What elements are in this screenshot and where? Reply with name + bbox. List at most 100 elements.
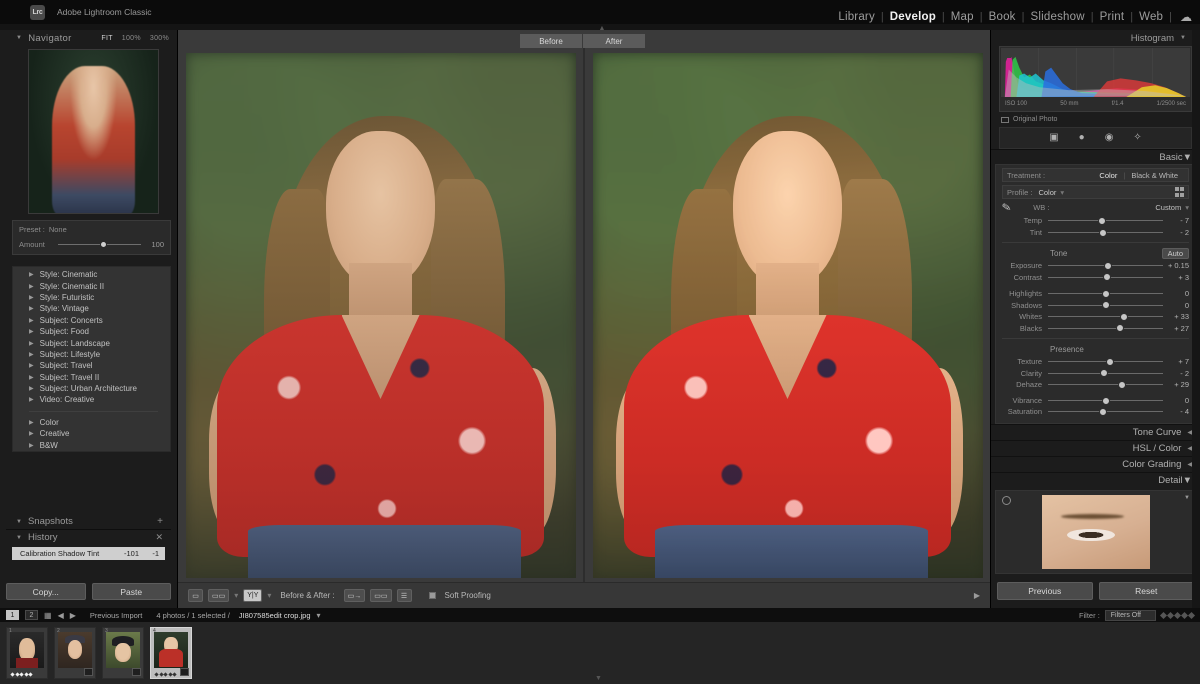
slider-track[interactable] (1048, 369, 1163, 378)
list-item[interactable]: ▶ Style: Vintage (13, 303, 170, 314)
toolbar-caret-icon[interactable]: ▾ (267, 591, 271, 600)
arrow-left-icon[interactable]: ◀ (58, 611, 64, 620)
slider-track[interactable] (1048, 312, 1163, 321)
red-eye-icon[interactable]: ◉ (1105, 133, 1114, 143)
chevron-down-icon[interactable]: ▼ (1184, 495, 1190, 501)
eyedropper-icon[interactable]: ✎ (1001, 200, 1012, 214)
copy-button[interactable]: Copy... (6, 583, 86, 600)
original-photo-toggle[interactable]: Original Photo (991, 112, 1200, 123)
before-after-top-bottom-button[interactable]: ☰ (396, 589, 412, 602)
survey-view-button[interactable]: Y|Y (243, 589, 263, 602)
treatment-color-option[interactable]: Color (1093, 171, 1123, 180)
module-slideshow[interactable]: Slideshow (1025, 11, 1091, 23)
slider-knob[interactable] (1102, 273, 1111, 282)
clear-history-icon[interactable]: ✕ (155, 532, 163, 543)
snapshots-header[interactable]: ▼ Snapshots + (6, 514, 171, 529)
spot-removal-icon[interactable]: ● (1079, 133, 1085, 143)
module-web[interactable]: Web (1133, 11, 1169, 23)
slider-shadows[interactable]: Shadows 0 (1002, 300, 1189, 312)
slider-knob[interactable] (1119, 312, 1128, 321)
tab-before[interactable]: Before (520, 34, 582, 48)
compare-view-button[interactable]: ▭▭ (208, 589, 230, 602)
list-item[interactable]: ▶ Creative (13, 428, 170, 439)
slider-texture[interactable]: Texture + 7 (1002, 356, 1189, 368)
slider-knob[interactable] (1117, 380, 1126, 389)
after-pane[interactable] (585, 48, 990, 582)
bottom-panel-toggle-icon[interactable]: ▼ (595, 675, 602, 682)
slider-knob[interactable] (1103, 261, 1112, 270)
history-row[interactable]: Calibration Shadow Tint -101 -1 (12, 547, 165, 560)
add-snapshot-icon[interactable]: + (157, 516, 163, 527)
cloud-sync-icon[interactable]: ☁ (1180, 11, 1192, 23)
slider-temp[interactable]: Temp - 7 (1002, 215, 1189, 227)
slider-track[interactable] (1048, 324, 1163, 333)
module-library[interactable]: Library (832, 11, 881, 23)
module-print[interactable]: Print (1094, 11, 1131, 23)
detail-loupe-icon[interactable] (1002, 495, 1011, 505)
before-pane[interactable] (178, 48, 585, 582)
detail-panel-header[interactable]: Detail ▼ (991, 471, 1200, 488)
thumbnail-badge-icon[interactable] (84, 668, 93, 676)
slider-track[interactable] (1048, 217, 1163, 226)
right-panel-edge[interactable] (1192, 30, 1200, 608)
highlight-clipping-indicator[interactable] (1180, 50, 1188, 58)
filmstrip-thumbnail-selected[interactable]: 4 (150, 627, 192, 679)
grid-icon[interactable]: ▦ (44, 611, 52, 620)
slider-knob[interactable] (1106, 357, 1115, 366)
soft-proofing-checkbox[interactable] (428, 592, 436, 599)
slider-track[interactable] (1048, 289, 1163, 298)
amount-slider[interactable] (58, 241, 141, 248)
slider-saturation[interactable]: Saturation - 4 (1002, 406, 1189, 418)
list-item[interactable]: ▶ Subject: Food (13, 326, 170, 337)
amount-slider-knob[interactable] (99, 241, 107, 248)
slider-exposure[interactable]: Exposure + 0.15 (1002, 260, 1189, 272)
color-grading-panel-header[interactable]: Color Grading ◀ (991, 455, 1200, 472)
presets-list[interactable]: ▶ Style: Cinematic ▶ Style: Cinematic II ▶… (12, 266, 171, 452)
thumbnail-badge-icon[interactable] (180, 668, 189, 676)
slider-knob[interactable] (1098, 217, 1107, 226)
preset-value[interactable]: None (49, 225, 67, 234)
list-item[interactable]: ▶ B&W (13, 439, 170, 450)
filmstrip-thumbnail[interactable]: 2 (54, 627, 96, 679)
filmstrip-thumbnail[interactable]: 3 (102, 627, 144, 679)
list-item[interactable]: ▶ Style: Cinematic (13, 269, 170, 280)
slider-track[interactable] (1048, 408, 1163, 417)
list-item[interactable]: ▶ Subject: Travel (13, 360, 170, 371)
navigator-preview[interactable] (28, 49, 159, 214)
slider-track[interactable] (1048, 380, 1163, 389)
slider-track[interactable] (1048, 396, 1163, 405)
profile-caret-icon[interactable]: ▾ (1060, 188, 1064, 197)
slider-dehaze[interactable]: Dehaze + 29 (1002, 379, 1189, 391)
profile-value[interactable]: Color (1038, 188, 1056, 197)
slider-track[interactable] (1048, 357, 1163, 366)
module-book[interactable]: Book (983, 11, 1022, 23)
slider-knob[interactable] (1101, 289, 1110, 298)
slider-tint[interactable]: Tint - 2 (1002, 227, 1189, 239)
slider-knob[interactable] (1116, 324, 1125, 333)
paste-button[interactable]: Paste (91, 583, 171, 600)
masking-icon[interactable]: ✧ (1133, 133, 1141, 143)
after-photo[interactable] (592, 52, 983, 578)
list-item[interactable]: ▶ Subject: Lifestyle (13, 349, 170, 360)
previous-button[interactable]: Previous (997, 582, 1093, 600)
tone-curve-panel-header[interactable]: Tone Curve ◀ (991, 423, 1200, 440)
list-item[interactable]: ▶ Video: Creative (13, 394, 170, 405)
screen-1-button[interactable]: 1 (6, 610, 19, 620)
before-after-left-right-button[interactable]: ▭→ (343, 589, 366, 602)
before-after-split-button[interactable]: ▭▭ (370, 589, 392, 602)
slider-blacks[interactable]: Blacks + 27 (1002, 323, 1189, 335)
profile-browser-icon[interactable] (1174, 187, 1184, 197)
toolbar-caret-icon[interactable]: ▾ (234, 591, 238, 600)
detail-zoom-preview[interactable]: ▼ (995, 489, 1196, 574)
screen-2-button[interactable]: 2 (25, 610, 38, 620)
caret-down-icon[interactable]: ▾ (317, 611, 321, 620)
slider-knob[interactable] (1101, 301, 1110, 310)
module-develop[interactable]: Develop (884, 11, 942, 23)
arrow-right-icon[interactable]: ▶ (70, 611, 76, 620)
list-item[interactable]: ▶Portraits (13, 451, 170, 452)
list-item[interactable]: ▶ Subject: Travel II (13, 372, 170, 383)
basic-panel-header[interactable]: Basic ▼ (991, 149, 1200, 164)
treatment-bw-option[interactable]: Black & White (1125, 171, 1184, 180)
wb-value[interactable]: Custom (1155, 203, 1181, 212)
zoom-100[interactable]: 100% (122, 35, 141, 42)
